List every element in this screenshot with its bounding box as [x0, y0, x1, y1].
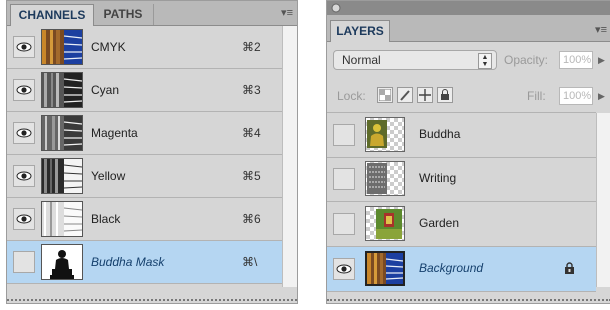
channel-shortcut: ⌘5 — [242, 169, 261, 183]
lock-label: Lock: — [337, 89, 366, 103]
checkerboard-icon — [379, 89, 391, 101]
move-icon — [419, 89, 431, 101]
channel-row-cmyk[interactable]: CMYK ⌘2 — [7, 26, 282, 69]
visibility-toggle[interactable] — [333, 168, 355, 190]
layer-row-writing[interactable]: Writing — [327, 157, 596, 202]
opacity-field[interactable]: 100% — [559, 51, 593, 69]
lock-icon — [441, 89, 449, 100]
eye-icon — [16, 214, 32, 224]
opacity-label: Opacity: — [504, 53, 549, 67]
layers-scrollbar[interactable] — [596, 113, 610, 287]
magenta-thumbnail-image — [42, 116, 82, 150]
layer-row-background[interactable]: Background — [327, 247, 596, 292]
channel-row-cyan[interactable]: Cyan ⌘3 — [7, 69, 282, 112]
lock-image-pixels-button[interactable] — [397, 87, 413, 103]
close-icon[interactable] — [331, 3, 341, 13]
channels-tab-bar: CHANNELS PATHS ▾≡ — [7, 1, 297, 26]
channels-panel: CHANNELS PATHS ▾≡ CMYK ⌘2 Cyan ⌘3 Magent… — [6, 0, 298, 304]
lock-position-button[interactable] — [417, 87, 433, 103]
tab-layers[interactable]: LAYERS — [330, 20, 390, 42]
channel-row-buddha-mask[interactable]: Buddha Mask ⌘\ — [7, 241, 282, 284]
channel-row-black[interactable]: Black ⌘6 — [7, 198, 282, 241]
channel-name: Cyan — [91, 83, 120, 97]
garden-thumbnail-image — [376, 209, 402, 239]
layer-name: Writing — [419, 171, 457, 185]
layer-row-garden[interactable]: Garden — [327, 202, 596, 247]
opacity-slider-arrow-icon[interactable]: ▶ — [598, 55, 605, 66]
panel-title-bar — [327, 1, 610, 15]
channel-row-yellow[interactable]: Yellow ⌘5 — [7, 155, 282, 198]
visibility-toggle[interactable] — [333, 213, 355, 235]
layer-thumbnail — [365, 117, 405, 152]
lock-all-button[interactable] — [437, 87, 453, 103]
channel-thumbnail — [41, 244, 83, 280]
channel-thumbnail — [41, 158, 83, 194]
channel-thumbnail — [41, 201, 83, 237]
visibility-toggle[interactable] — [13, 36, 35, 58]
cmyk-thumbnail-image — [42, 30, 82, 64]
channel-thumbnail — [41, 115, 83, 151]
tab-channels[interactable]: CHANNELS — [10, 4, 94, 26]
blend-mode-value: Normal — [342, 53, 381, 67]
layer-thumbnail — [365, 206, 405, 241]
eye-icon — [336, 264, 352, 274]
fill-label: Fill: — [527, 89, 546, 103]
layer-thumbnail — [365, 161, 405, 196]
channel-shortcut: ⌘4 — [242, 126, 261, 140]
layers-panel: LAYERS ▾≡ Normal ▲ ▼ Opacity: 100% ▶ Lock… — [326, 0, 610, 304]
eye-icon — [16, 85, 32, 95]
panel-menu-icon[interactable]: ▾≡ — [281, 6, 293, 19]
channel-shortcut: ⌘6 — [242, 212, 261, 226]
layer-row-buddha[interactable]: Buddha — [327, 112, 596, 158]
black-thumbnail-image — [42, 202, 82, 236]
panel-bottom-edge — [7, 299, 297, 303]
layer-thumbnail — [365, 251, 405, 286]
eye-icon — [16, 42, 32, 52]
lock-transparent-pixels-button[interactable] — [377, 87, 393, 103]
layer-name: Buddha — [419, 127, 461, 141]
stepper-arrows-icon[interactable]: ▲ ▼ — [478, 53, 492, 69]
tab-paths[interactable]: PATHS — [93, 4, 154, 25]
channel-name: Black — [91, 212, 121, 226]
panel-menu-icon[interactable]: ▾≡ — [595, 23, 607, 36]
background-thumbnail-image — [367, 253, 403, 284]
writing-thumbnail-image — [367, 163, 387, 194]
layer-name: Garden — [419, 216, 460, 230]
channels-scrollbar[interactable] — [282, 26, 297, 287]
channel-name: Yellow — [91, 169, 126, 183]
blend-mode-select[interactable]: Normal ▲ ▼ — [333, 50, 497, 70]
channel-shortcut: ⌘3 — [242, 83, 261, 97]
channel-name: CMYK — [91, 40, 126, 54]
visibility-toggle[interactable] — [13, 208, 35, 230]
channel-thumbnail — [41, 29, 83, 65]
visibility-toggle[interactable] — [13, 79, 35, 101]
brush-icon — [400, 90, 410, 101]
buddha-mask-thumbnail-image — [42, 245, 82, 279]
channel-shortcut: ⌘2 — [242, 40, 261, 54]
channel-shortcut: ⌘\ — [242, 255, 258, 269]
layer-name: Background — [419, 261, 484, 275]
fill-slider-arrow-icon[interactable]: ▶ — [598, 91, 605, 102]
eye-icon — [16, 128, 32, 138]
channel-row-magenta[interactable]: Magenta ⌘4 — [7, 112, 282, 155]
channel-name: Magenta — [91, 126, 138, 140]
eye-icon — [16, 171, 32, 181]
visibility-toggle[interactable] — [13, 165, 35, 187]
channel-name: Buddha Mask — [91, 255, 165, 269]
panel-bottom-edge — [327, 299, 610, 303]
fill-field[interactable]: 100% — [559, 87, 593, 105]
visibility-toggle[interactable] — [333, 258, 355, 280]
cyan-thumbnail-image — [42, 73, 82, 107]
lock-icon — [565, 262, 574, 274]
visibility-toggle[interactable] — [13, 251, 35, 273]
channel-thumbnail — [41, 72, 83, 108]
yellow-thumbnail-image — [42, 159, 82, 193]
visibility-toggle[interactable] — [13, 122, 35, 144]
visibility-toggle[interactable] — [333, 124, 355, 146]
buddha-thumbnail-image — [367, 120, 387, 148]
layers-tab-bar: LAYERS ▾≡ — [327, 15, 610, 42]
